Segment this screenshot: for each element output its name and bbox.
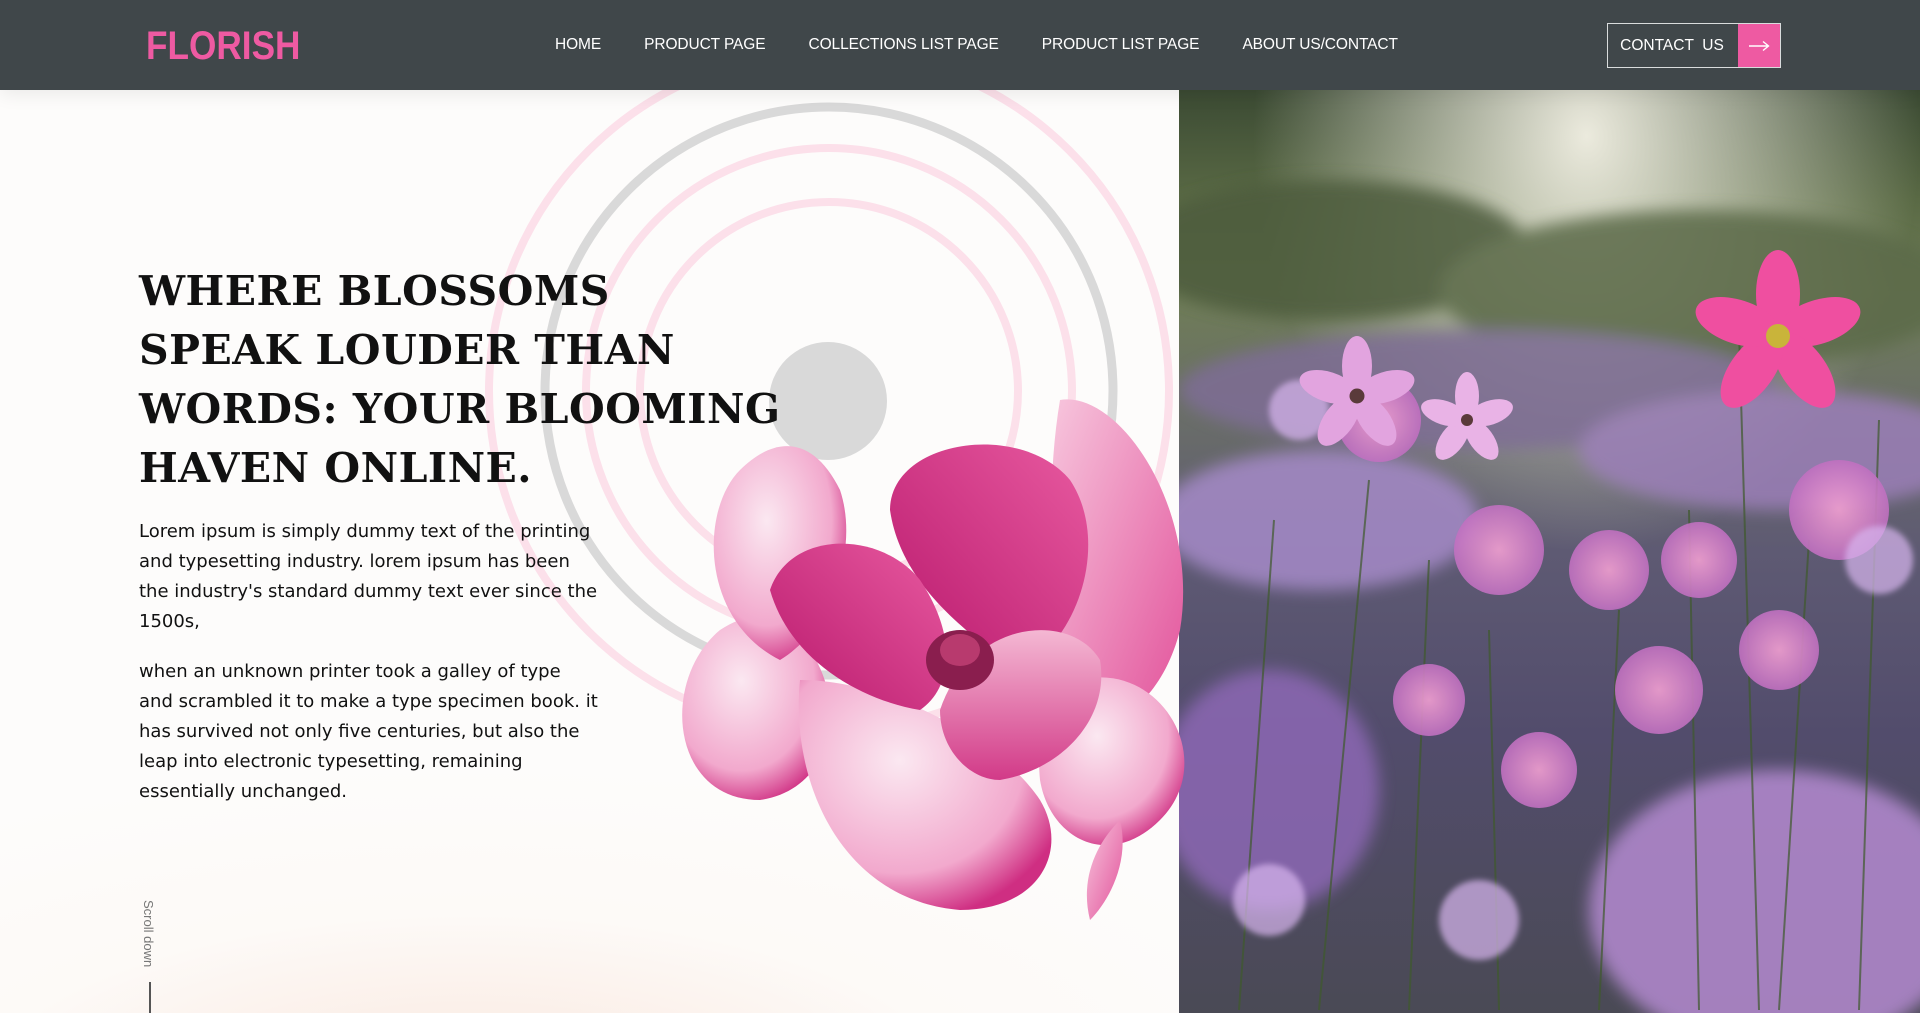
hero-paragraph-2: when an unknown printer took a galley of… [139,661,598,802]
nav-home[interactable]: HOME [555,36,601,54]
scroll-down-label[interactable]: Scroll down [141,900,156,967]
headline-line: SPEAK LOUDER THAN [139,326,675,374]
cosmos-flower-field-image [1179,90,1920,1013]
magnolia-flower-image [682,399,1185,920]
nav-product-list-page[interactable]: PRODUCT LIST PAGE [1042,36,1200,54]
site-header: FLORISH HOME PRODUCT PAGE COLLECTIONS LI… [0,0,1920,90]
brand-logo[interactable]: FLORISH [146,24,300,68]
main-nav: HOME PRODUCT PAGE COLLECTIONS LIST PAGE … [555,0,1398,90]
contact-us-label: CONTACT US [1620,36,1724,54]
scroll-indicator-line [149,982,151,1013]
nav-product-page[interactable]: PRODUCT PAGE [644,36,765,54]
hero-paragraph-1: Lorem ipsum is simply dummy text of the … [139,521,598,632]
nav-collections-list-page[interactable]: COLLECTIONS LIST PAGE [809,36,999,54]
nav-about-contact[interactable]: ABOUT US/CONTACT [1242,36,1398,54]
arrow-right-icon [1738,24,1780,67]
contact-us-button[interactable]: CONTACT US [1607,23,1781,68]
headline-line: WHERE BLOSSOMS [139,267,610,315]
